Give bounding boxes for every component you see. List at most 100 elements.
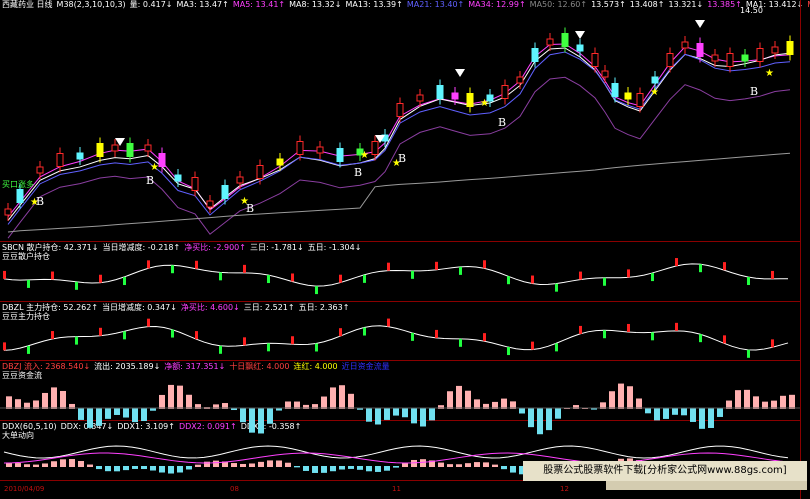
ddx-bar bbox=[33, 464, 39, 467]
flow-bar bbox=[546, 408, 552, 431]
flow-bar bbox=[627, 386, 633, 409]
stock-chart-window: { "colors":{"up":"#ff2a2a","down":"#5ff5… bbox=[0, 0, 810, 499]
ddx-bar bbox=[123, 466, 129, 471]
ddx-bar bbox=[510, 466, 516, 473]
tick-bar bbox=[387, 318, 390, 327]
ddx-bar bbox=[294, 466, 300, 468]
tick-bar bbox=[579, 325, 582, 334]
tick-bar bbox=[531, 341, 534, 350]
candle-body bbox=[756, 48, 764, 62]
flow-bar bbox=[384, 408, 390, 420]
main-force-line bbox=[3, 325, 789, 351]
flow-bar bbox=[87, 408, 93, 428]
flow-bar bbox=[339, 385, 345, 409]
flow-bar bbox=[447, 391, 453, 409]
star-marker: ★ bbox=[360, 150, 369, 161]
ddx-bar bbox=[465, 463, 471, 467]
candle-body bbox=[666, 53, 674, 67]
flow-bar bbox=[168, 384, 174, 409]
ddx-bar bbox=[114, 466, 120, 472]
ddx-bar bbox=[384, 466, 390, 471]
tick-bar bbox=[123, 331, 126, 340]
tick-bar bbox=[195, 331, 198, 340]
tick-bar bbox=[675, 258, 678, 267]
high-price-label: 14.50 bbox=[740, 6, 763, 15]
candle-body bbox=[501, 85, 509, 99]
tick-bar bbox=[243, 337, 246, 346]
tick-bar bbox=[651, 332, 654, 341]
ddx-bar bbox=[258, 461, 264, 467]
ma-line bbox=[7, 43, 791, 218]
ddx-bar bbox=[447, 464, 453, 467]
ddx-bar bbox=[177, 466, 183, 473]
date-label: 2010/04/09 bbox=[4, 485, 45, 493]
candle-body bbox=[591, 53, 599, 67]
ma-line bbox=[7, 51, 791, 225]
candle-body bbox=[546, 38, 554, 46]
candle-body bbox=[276, 158, 284, 166]
ddx-bar bbox=[285, 462, 291, 467]
flow-bar bbox=[429, 408, 435, 421]
tick-bar bbox=[51, 271, 54, 280]
ddx-bar bbox=[420, 459, 426, 467]
candle-body bbox=[576, 44, 584, 52]
tick-bar bbox=[195, 260, 198, 269]
tick-bar bbox=[27, 279, 30, 288]
flow-bar bbox=[411, 408, 417, 424]
tick-bar bbox=[171, 329, 174, 338]
ddx-bar bbox=[60, 459, 66, 467]
ddx-bar bbox=[339, 466, 345, 470]
tick-bar bbox=[699, 264, 702, 273]
candle-body bbox=[111, 144, 119, 152]
ddx-bar bbox=[375, 466, 381, 472]
flow-bar bbox=[60, 390, 66, 409]
candle-body bbox=[174, 174, 182, 182]
star-marker: ★ bbox=[765, 68, 774, 79]
flow-bar bbox=[681, 408, 687, 416]
ddx-bar bbox=[159, 466, 165, 473]
sell-marker bbox=[575, 31, 585, 39]
candle-body bbox=[624, 92, 632, 100]
candle-body bbox=[191, 177, 199, 191]
flow-bar bbox=[321, 396, 327, 409]
candle-body bbox=[336, 148, 344, 162]
flow-bar bbox=[105, 408, 111, 419]
ddx-bar bbox=[456, 464, 462, 467]
ddx-bar bbox=[96, 466, 102, 470]
flow-bar bbox=[177, 385, 183, 409]
ddx-bar bbox=[438, 462, 444, 467]
candle-body bbox=[56, 153, 64, 167]
ddx-bar bbox=[501, 466, 507, 470]
tick-bar bbox=[363, 327, 366, 336]
tick-bar bbox=[75, 336, 78, 345]
ddx-bar bbox=[366, 466, 372, 472]
flow-bar bbox=[708, 408, 714, 428]
flow-bar bbox=[465, 390, 471, 409]
candle-body bbox=[256, 165, 264, 179]
watermark-banner: 股票公式股票软件下载[分析家公式网www.88gs.com] bbox=[523, 461, 807, 481]
tick-bar bbox=[267, 343, 270, 352]
sell-marker bbox=[455, 69, 465, 77]
ddx-bar bbox=[303, 466, 309, 471]
flow-bar bbox=[717, 408, 723, 417]
price-chart-canvas[interactable]: ★★★★★★★★BBBBBBB bbox=[0, 0, 810, 499]
flow-bar bbox=[645, 408, 651, 414]
flow-bar bbox=[789, 394, 795, 409]
star-marker: ★ bbox=[480, 98, 489, 109]
tick-bar bbox=[99, 327, 102, 336]
tick-bar bbox=[627, 269, 630, 278]
tick-bar bbox=[291, 336, 294, 345]
flow-bar bbox=[51, 387, 57, 409]
tick-bar bbox=[411, 270, 414, 279]
ddx-bar bbox=[357, 466, 363, 470]
flow-bar bbox=[744, 389, 750, 409]
ddx-bar bbox=[276, 460, 282, 467]
flow-bar bbox=[519, 408, 525, 414]
ddx-bar bbox=[321, 466, 327, 473]
tick-bar bbox=[3, 270, 6, 279]
flow-bar bbox=[267, 408, 273, 424]
flow-bar bbox=[42, 392, 48, 409]
tick-bar bbox=[507, 276, 510, 285]
flow-bar bbox=[753, 396, 759, 409]
candle-body bbox=[206, 200, 214, 208]
